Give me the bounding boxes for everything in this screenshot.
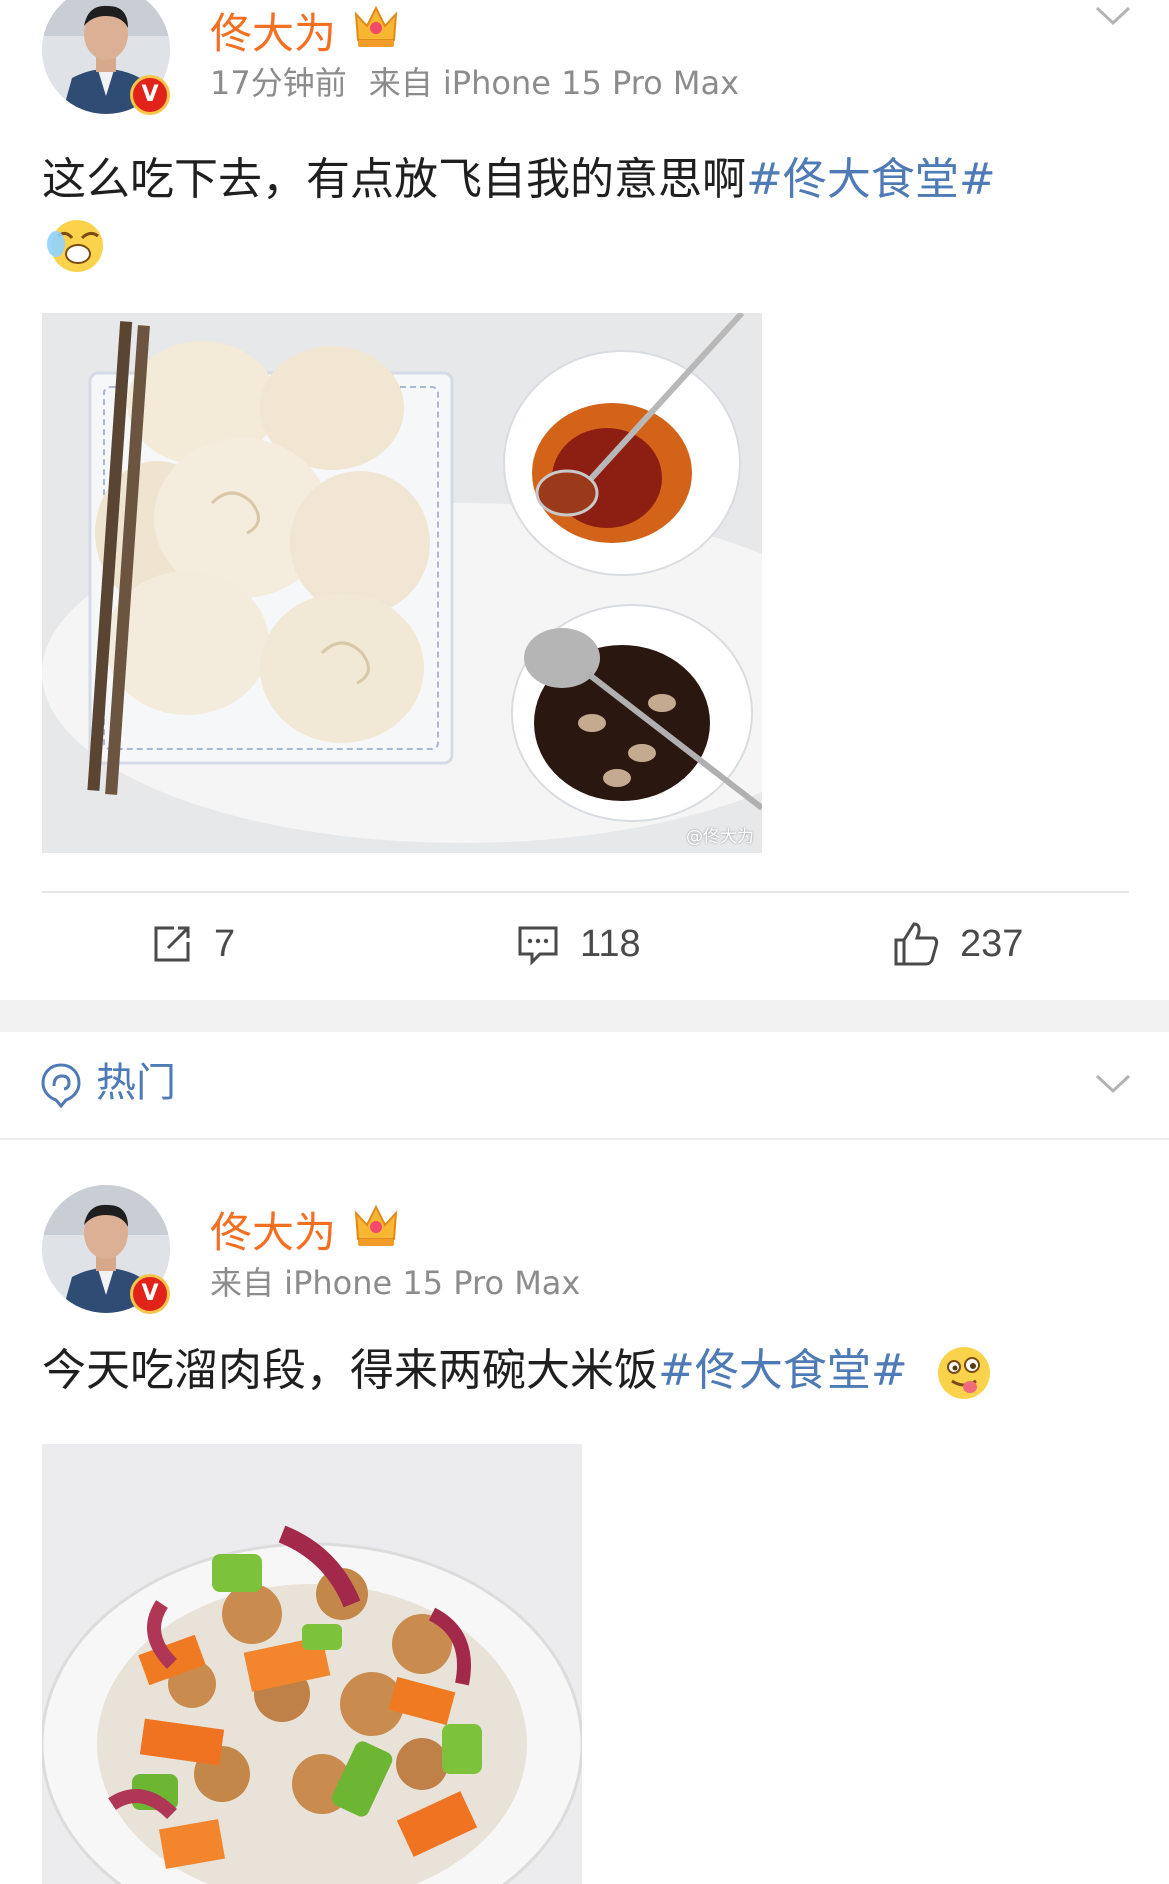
laughing-tears-emoji <box>47 220 103 272</box>
username[interactable]: 佟大为 <box>210 1199 336 1260</box>
verified-badge-icon: V <box>130 75 170 115</box>
image-watermark: @佟大为 <box>686 827 754 847</box>
chevron-down-icon[interactable] <box>1093 1072 1133 1096</box>
tongue-out-emoji <box>937 1347 990 1399</box>
weibo-post: V 佟大为 来自 iPhone 15 Pro Max 今天吃溜肉段，得来两碗大米… <box>0 1141 1169 1884</box>
post-source: 来自 iPhone 15 Pro Max <box>210 1264 581 1302</box>
post-body: 今天吃溜肉段，得来两碗大米饭 <box>42 1345 658 1396</box>
comment-count: 118 <box>580 922 641 965</box>
sort-label: 热门 <box>96 1060 176 1106</box>
post-meta: 来自 iPhone 15 Pro Max <box>210 1258 580 1304</box>
sort-filter-bar[interactable]: 热门 <box>0 1032 1169 1140</box>
topic-link[interactable]: #佟大食堂# <box>746 154 996 205</box>
hot-location-icon <box>41 1063 81 1108</box>
steamed-buns-photo[interactable]: @佟大为 <box>42 313 762 853</box>
repost-icon <box>154 926 190 962</box>
post-text: 今天吃溜肉段，得来两碗大米饭#佟大食堂# <box>42 1339 992 1403</box>
comment-icon <box>518 926 558 966</box>
post-time: 17分钟前 <box>210 64 347 102</box>
like-count: 237 <box>960 922 1024 965</box>
crown-icon <box>354 5 398 47</box>
repost-count: 7 <box>214 922 236 965</box>
comment-button[interactable]: 118 <box>516 914 641 974</box>
chevron-down-icon[interactable] <box>1093 4 1133 28</box>
post-meta: 17分钟前 来自 iPhone 15 Pro Max <box>210 58 739 104</box>
weibo-post: V 佟大为 17分钟前 来自 iPhone 15 Pro Max 这么吃下去，有点… <box>0 0 1169 1000</box>
stir-fried-pork-photo[interactable] <box>42 1444 582 1884</box>
crown-icon <box>354 1204 398 1246</box>
post-text: 这么吃下去，有点放飞自我的意思啊#佟大食堂# <box>42 148 996 212</box>
post-source: 来自 iPhone 15 Pro Max <box>368 64 740 102</box>
divider <box>42 891 1129 893</box>
verified-badge-icon: V <box>130 1274 170 1314</box>
repost-button[interactable]: 7 <box>150 914 235 974</box>
thumbs-up-icon <box>894 922 939 966</box>
section-separator <box>0 1000 1169 1032</box>
like-button[interactable]: 237 <box>892 914 1023 974</box>
username[interactable]: 佟大为 <box>210 0 336 61</box>
topic-link[interactable]: #佟大食堂# <box>658 1345 908 1396</box>
post-body: 这么吃下去，有点放飞自我的意思啊 <box>42 154 746 205</box>
